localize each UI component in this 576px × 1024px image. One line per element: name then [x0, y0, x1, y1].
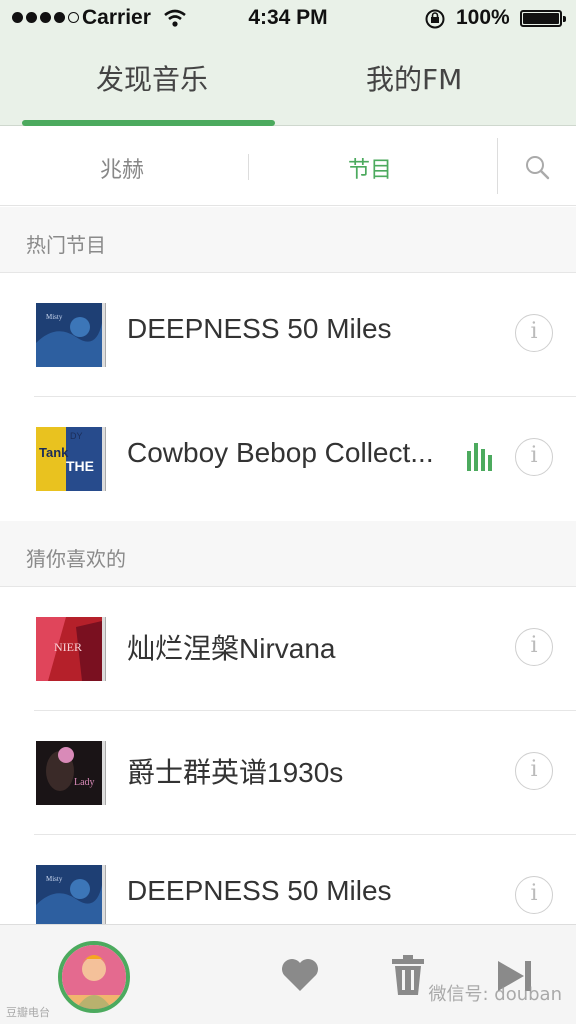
- section-title: 猜你喜欢的: [26, 547, 126, 571]
- search-divider: [497, 138, 498, 194]
- now-playing-cover[interactable]: [58, 941, 130, 1013]
- player-bar: 微信号: douban 豆瓣电台: [0, 924, 576, 1024]
- svg-text:Misty: Misty: [46, 313, 63, 321]
- tab-shows[interactable]: 节目: [348, 152, 392, 184]
- item-title: 爵士群英谱1930s: [127, 757, 344, 788]
- section-header-recommended: 猜你喜欢的: [0, 521, 576, 587]
- album-cover-cowboy-bebop: Tank THE DY: [36, 427, 102, 491]
- svg-text:THE: THE: [66, 458, 94, 474]
- svg-text:NIER: NIER: [54, 640, 82, 654]
- battery-icon: [520, 10, 566, 27]
- list-item[interactable]: Misty DEEPNESS 50 Miles i: [0, 273, 576, 397]
- item-title: DEEPNESS 50 Miles: [127, 313, 392, 344]
- item-title: 灿烂涅槃Nirvana: [127, 633, 336, 664]
- item-title: DEEPNESS 50 Miles: [127, 875, 392, 906]
- tab-divider: [248, 154, 249, 180]
- list-item[interactable]: Lady 爵士群英谱1930s i: [0, 711, 576, 835]
- info-icon[interactable]: i: [515, 876, 553, 914]
- tab-discover-music[interactable]: 发现音乐: [96, 58, 208, 98]
- info-icon[interactable]: i: [515, 628, 553, 666]
- now-playing-artwork-icon: [62, 945, 126, 1009]
- album-cover-blue: Misty: [36, 865, 102, 929]
- item-title: Cowboy Bebop Collect...: [127, 437, 434, 468]
- section-header-hot-shows: 热门节目: [0, 207, 576, 273]
- battery-percent: 100%: [456, 6, 510, 29]
- svg-text:Tank: Tank: [39, 445, 69, 460]
- tab-mhz[interactable]: 兆赫: [100, 152, 144, 184]
- watermark: 微信号: douban: [428, 984, 563, 1005]
- list-item[interactable]: NIER 灿烂涅槃Nirvana i: [0, 587, 576, 711]
- info-icon[interactable]: i: [515, 438, 553, 476]
- svg-text:Lady: Lady: [74, 777, 95, 788]
- now-playing-equalizer-icon: [467, 443, 492, 471]
- section-title: 热门节目: [26, 233, 106, 257]
- trash-icon[interactable]: [390, 955, 426, 995]
- info-icon[interactable]: i: [515, 314, 553, 352]
- album-cover-blue: Misty: [36, 303, 102, 367]
- heart-icon[interactable]: [280, 957, 320, 993]
- sub-tab-bar: 兆赫 节目: [0, 126, 576, 206]
- search-icon[interactable]: [524, 154, 550, 180]
- top-tab-bar: 发现音乐 我的FM: [0, 36, 576, 126]
- info-icon[interactable]: i: [515, 752, 553, 790]
- list-item[interactable]: Tank THE DY Cowboy Bebop Collect... i: [0, 397, 576, 521]
- svg-text:DY: DY: [70, 431, 83, 441]
- orientation-lock-icon: [425, 9, 445, 29]
- svg-text:Misty: Misty: [46, 875, 63, 883]
- tab-my-fm[interactable]: 我的FM: [366, 58, 462, 98]
- album-cover-red: NIER: [36, 617, 102, 681]
- status-bar: Carrier 4:34 PM 100%: [0, 0, 576, 36]
- album-cover-jazz: Lady: [36, 741, 102, 805]
- watermark-left: 豆瓣电台: [6, 1006, 50, 1019]
